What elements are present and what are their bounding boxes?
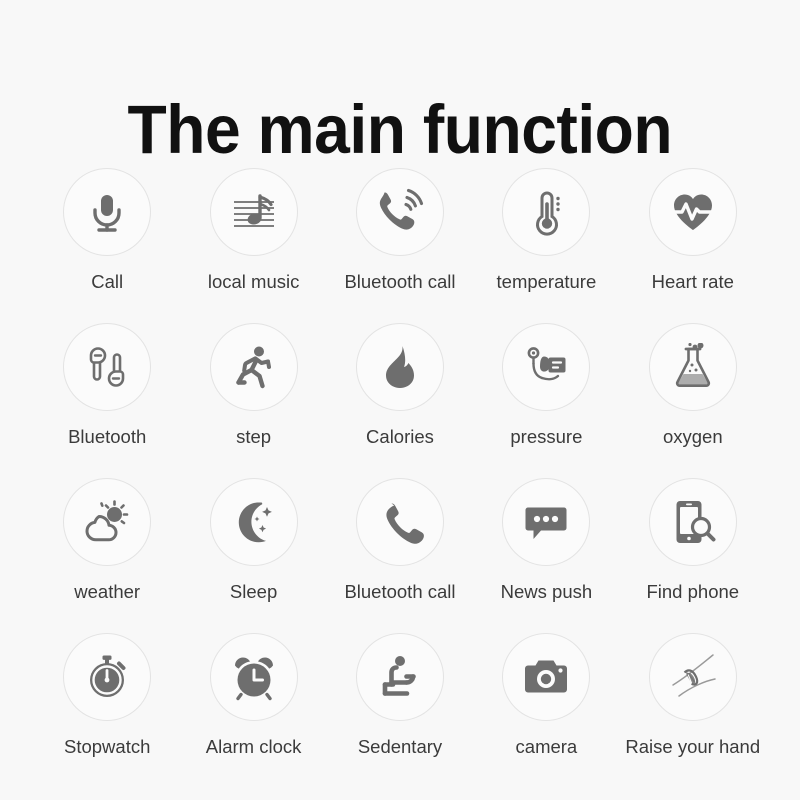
feature-item-call[interactable]: Call bbox=[34, 168, 180, 293]
phone-search-icon[interactable] bbox=[648, 478, 737, 566]
feature-item-find-phone[interactable]: Find phone bbox=[620, 478, 766, 603]
feature-label: Sleep bbox=[229, 581, 278, 602]
feature-item-temperature[interactable]: temperature bbox=[473, 168, 619, 293]
feature-label: weather bbox=[74, 581, 141, 602]
stopwatch-icon[interactable] bbox=[63, 633, 152, 721]
feature-item-bluetooth-call[interactable]: Bluetooth call bbox=[327, 168, 473, 293]
feature-item-heart-rate[interactable]: Heart rate bbox=[620, 168, 766, 293]
running-person-icon[interactable] bbox=[209, 323, 298, 411]
feature-item-bluetooth[interactable]: Bluetooth bbox=[34, 323, 180, 448]
feature-label: local music bbox=[207, 271, 300, 292]
chat-bubble-dots-icon[interactable] bbox=[502, 478, 591, 566]
heart-pulse-icon[interactable] bbox=[648, 168, 737, 256]
feature-label: Sedentary bbox=[357, 736, 443, 757]
phone-handset-icon[interactable] bbox=[355, 478, 444, 566]
wrist-watch-raise-icon[interactable] bbox=[648, 633, 737, 721]
feature-label: Bluetooth bbox=[68, 426, 147, 447]
flask-bubbles-icon[interactable] bbox=[648, 323, 737, 411]
music-note-staff-icon[interactable] bbox=[209, 168, 298, 256]
seated-person-icon[interactable] bbox=[355, 633, 444, 721]
moon-stars-icon[interactable] bbox=[209, 478, 298, 566]
feature-item-raise-your-hand[interactable]: Raise your hand bbox=[620, 633, 766, 758]
feature-item-bluetooth-call[interactable]: Bluetooth call bbox=[327, 478, 473, 603]
feature-label: Calories bbox=[366, 426, 434, 447]
phone-ringing-icon[interactable] bbox=[355, 168, 444, 256]
feature-item-stopwatch[interactable]: Stopwatch bbox=[34, 633, 180, 758]
feature-item-camera[interactable]: camera bbox=[473, 633, 619, 758]
sun-cloud-icon[interactable] bbox=[63, 478, 152, 566]
main-function-page: The main function Call local music Bluet… bbox=[0, 0, 800, 800]
feature-item-sleep[interactable]: Sleep bbox=[181, 478, 327, 603]
wireless-earbuds-icon[interactable] bbox=[63, 323, 152, 411]
flame-icon[interactable] bbox=[355, 323, 444, 411]
feature-item-weather[interactable]: weather bbox=[34, 478, 180, 603]
feature-label: Find phone bbox=[646, 581, 740, 602]
feature-label: pressure bbox=[510, 426, 583, 447]
thermometer-icon[interactable] bbox=[502, 168, 591, 256]
feature-item-oxygen[interactable]: oxygen bbox=[620, 323, 766, 448]
feature-label: Call bbox=[91, 271, 124, 292]
feature-item-news-push[interactable]: News push bbox=[473, 478, 619, 603]
feature-item-local-music[interactable]: local music bbox=[181, 168, 327, 293]
page-title: The main function bbox=[127, 91, 673, 169]
feature-item-calories[interactable]: Calories bbox=[327, 323, 473, 448]
feature-item-pressure[interactable]: pressure bbox=[473, 323, 619, 448]
feature-item-alarm-clock[interactable]: Alarm clock bbox=[181, 633, 327, 758]
alarm-clock-icon[interactable] bbox=[209, 633, 298, 721]
feature-label: Stopwatch bbox=[63, 736, 151, 757]
feature-label: Heart rate bbox=[651, 271, 734, 292]
feature-label: News push bbox=[500, 581, 593, 602]
feature-grid: Call local music Bluetooth call temperat… bbox=[34, 168, 766, 788]
microphone-icon[interactable] bbox=[63, 168, 152, 256]
feature-label: step bbox=[236, 426, 272, 447]
camera-icon[interactable] bbox=[502, 633, 591, 721]
feature-label: Raise your hand bbox=[625, 736, 761, 757]
feature-label: temperature bbox=[496, 271, 597, 292]
feature-item-step[interactable]: step bbox=[181, 323, 327, 448]
feature-label: camera bbox=[515, 736, 578, 757]
blood-pressure-monitor-icon[interactable] bbox=[502, 323, 591, 411]
feature-label: Bluetooth call bbox=[344, 271, 456, 292]
feature-item-sedentary[interactable]: Sedentary bbox=[327, 633, 473, 758]
feature-label: Alarm clock bbox=[205, 736, 302, 757]
feature-label: Bluetooth call bbox=[344, 581, 456, 602]
feature-label: oxygen bbox=[662, 426, 723, 447]
